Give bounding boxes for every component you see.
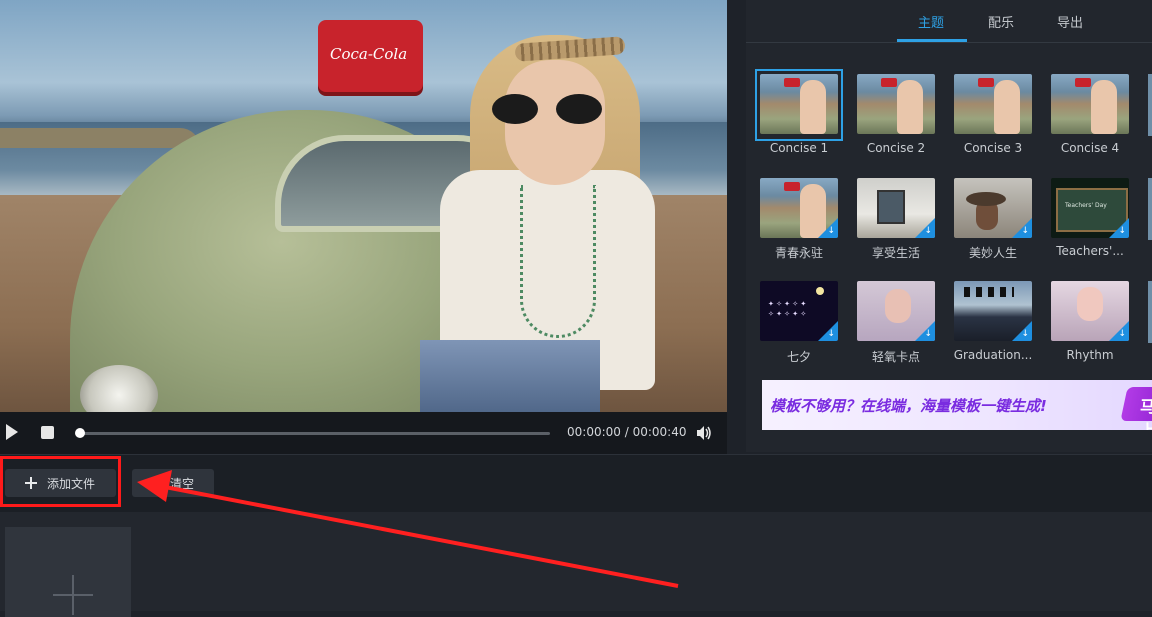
active-tab-indicator [897, 39, 967, 42]
theme-panel: 主题 配乐 导出 Concise 1 Concise 2 Concise 3 C… [746, 0, 1152, 452]
theme-thumb-rhythm[interactable]: ↓ [1049, 279, 1131, 345]
theme-preview-image [760, 74, 838, 134]
promo-banner-button-label: 马上 [1140, 397, 1152, 430]
teachers-thumb-text: Teachers' Day [1065, 202, 1107, 209]
theme-thumb-concise-2[interactable] [855, 72, 937, 138]
theme-thumb-concise-3[interactable] [952, 72, 1034, 138]
theme-thumb-light-beat[interactable]: ↓ [855, 279, 937, 345]
tab-theme[interactable]: 主题 [918, 12, 944, 31]
progress-knob[interactable] [75, 428, 85, 438]
preview-necklace [520, 185, 596, 338]
theme-preview-image: ↓ [857, 281, 935, 341]
theme-preview-image: ↓ [857, 178, 935, 238]
volume-icon[interactable] [696, 424, 712, 442]
theme-thumb-enjoy-life[interactable]: ↓ [855, 176, 937, 242]
download-icon: ↓ [827, 329, 835, 339]
download-icon: ↓ [924, 329, 932, 339]
theme-preview-image: ↓ [954, 178, 1032, 238]
theme-thumb-partial[interactable] [1148, 178, 1152, 240]
tab-export[interactable]: 导出 [1057, 12, 1083, 31]
preview-person-shorts [420, 340, 600, 412]
theme-preview-image: ↓ [760, 178, 838, 238]
time-display: 00:00:00 / 00:00:40 [567, 425, 687, 439]
download-icon: ↓ [1118, 329, 1126, 339]
theme-label: Concise 4 [1060, 141, 1120, 155]
theme-label: Concise 3 [963, 141, 1023, 155]
video-preview: Coca-Cola [0, 0, 727, 412]
download-icon: ↓ [1118, 226, 1126, 236]
preview-roof-logo: Coca-Cola [330, 45, 408, 63]
theme-thumb-teachers[interactable]: Teachers' Day ↓ [1049, 176, 1131, 242]
tab-music[interactable]: 配乐 [988, 12, 1014, 31]
download-icon: ↓ [827, 226, 835, 236]
theme-label: 轻氧卡点 [871, 350, 920, 364]
theme-preview-image: ✦ ✧ ✦ ✧ ✦ ✧ ✦ ✧ ✦ ✧ ↓ [760, 281, 838, 341]
download-icon: ↓ [1021, 329, 1029, 339]
download-icon: ↓ [1021, 226, 1029, 236]
theme-label: Concise 1 [769, 141, 829, 155]
theme-thumb-wonderful-life[interactable]: ↓ [952, 176, 1034, 242]
progress-track[interactable] [78, 432, 550, 435]
preview-sunglasses [492, 94, 602, 124]
theme-preview-image [954, 74, 1032, 134]
empty-media-slot[interactable] [5, 527, 131, 617]
preview-rocks [0, 128, 200, 148]
clear-button[interactable]: 清空 [132, 469, 214, 497]
theme-label: 享受生活 [871, 246, 920, 260]
download-icon: ↓ [924, 226, 932, 236]
theme-preview-image: ↓ [954, 281, 1032, 341]
panel-tabs: 主题 配乐 导出 [746, 0, 1152, 43]
theme-thumb-qixi[interactable]: ✦ ✧ ✦ ✧ ✦ ✧ ✦ ✧ ✦ ✧ ↓ [758, 279, 840, 345]
theme-preview-image: ↓ [1051, 281, 1129, 341]
theme-preview-image: Teachers' Day ↓ [1051, 178, 1129, 238]
theme-label: 七夕 [786, 350, 811, 364]
theme-preview-image [857, 74, 935, 134]
media-timeline [0, 512, 1152, 617]
playback-controls: 00:00:00 / 00:00:40 [0, 412, 727, 454]
theme-preview-image [1051, 74, 1129, 134]
stop-icon[interactable] [41, 426, 54, 439]
theme-label: 青春永驻 [774, 246, 823, 260]
theme-label: Rhythm [1066, 348, 1114, 362]
promo-banner-text: 模板不够用？在线端，海量模板一键生成! [770, 397, 1047, 415]
add-media-plus-icon [53, 575, 93, 615]
theme-thumb-partial[interactable] [1148, 281, 1152, 343]
theme-label: Concise 2 [866, 141, 926, 155]
theme-thumb-partial[interactable] [1148, 74, 1152, 136]
annotation-highlight-box [0, 456, 121, 507]
play-icon[interactable] [6, 424, 18, 440]
theme-thumb-youth[interactable]: ↓ [758, 176, 840, 242]
trash-icon [150, 478, 160, 488]
theme-thumb-concise-4[interactable] [1049, 72, 1131, 138]
theme-thumb-concise-1[interactable] [755, 69, 843, 141]
promo-banner[interactable]: 模板不够用？在线端，海量模板一键生成! 马上 [762, 380, 1152, 430]
theme-label: Graduation... [953, 348, 1033, 362]
clear-label: 清空 [170, 476, 195, 491]
theme-label: Teachers'... [1056, 244, 1124, 258]
theme-thumb-graduation[interactable]: ↓ [952, 279, 1034, 345]
file-toolbar: 添加文件 清空 [0, 454, 1152, 513]
theme-label: 美妙人生 [968, 246, 1017, 260]
